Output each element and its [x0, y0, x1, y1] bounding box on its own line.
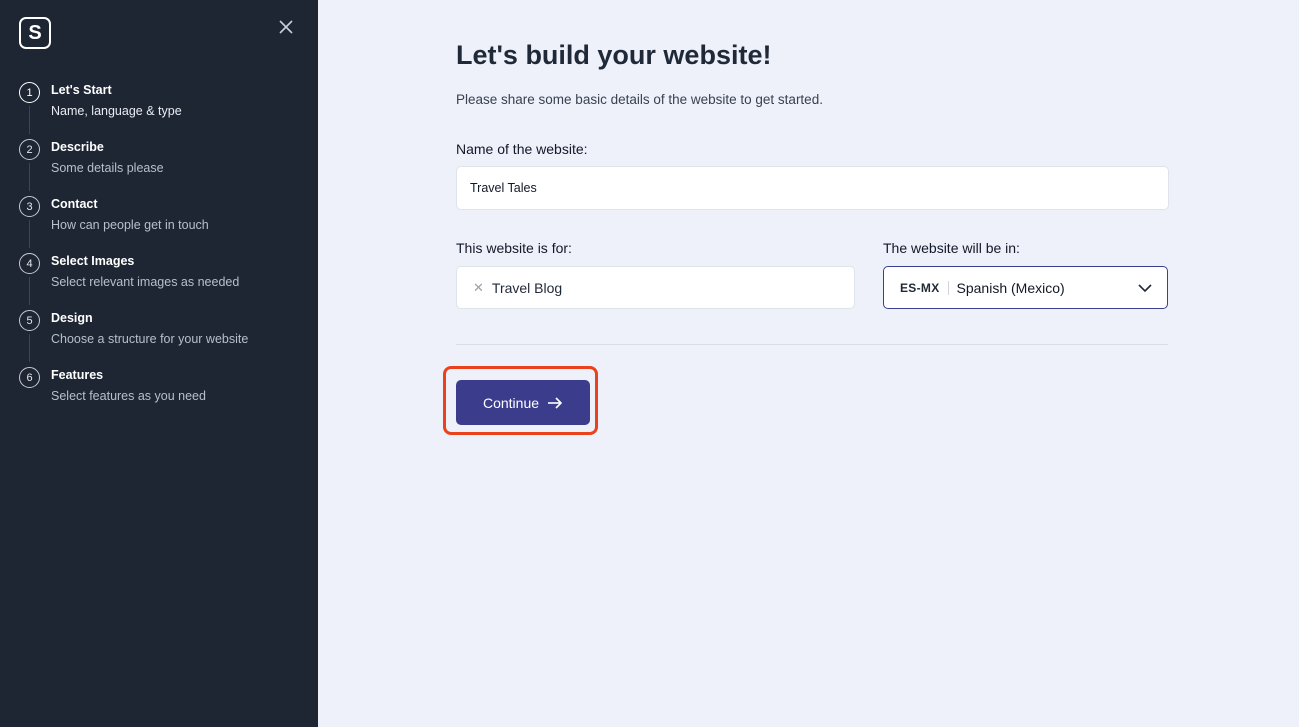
app-logo[interactable]: S [19, 17, 51, 49]
language-code: ES-MX [900, 280, 940, 295]
step-number: 4 [19, 253, 40, 274]
step-title: Let's Start [51, 83, 112, 97]
page-subtitle: Please share some basic details of the w… [456, 92, 823, 107]
step-connector [29, 277, 30, 305]
continue-label: Continue [482, 394, 540, 411]
page-title: Let's build your website! [456, 40, 772, 70]
step-desc: Select features as you need [51, 389, 206, 403]
step-number: 6 [19, 367, 40, 388]
step-title: Select Images [51, 254, 135, 268]
step-title: Describe [51, 140, 104, 154]
website-name-label: Name of the website: [456, 141, 588, 157]
step-title: Design [51, 311, 93, 325]
language-label: The website will be in: [883, 240, 1020, 256]
logo-letter: S [28, 22, 42, 44]
step-desc: Some details please [51, 161, 164, 175]
language-separator [947, 280, 949, 295]
step-desc: Name, language & type [51, 104, 182, 118]
step-connector [29, 220, 30, 248]
main-content: Let's build your website! Please share s… [318, 0, 1299, 727]
language-name: Spanish (Mexico) [956, 279, 1065, 296]
step-number: 3 [19, 196, 40, 217]
step-connector [29, 163, 30, 191]
website-type-label: This website is for: [456, 240, 572, 256]
step-desc: Select relevant images as needed [51, 275, 240, 289]
step-title: Features [51, 368, 104, 382]
website-type-tag: Travel Blog [491, 279, 563, 296]
sidebar: S 1 Let's Start Name, language & type 2 … [0, 0, 318, 727]
step-number: 5 [19, 310, 40, 331]
step-desc: How can people get in touch [51, 218, 209, 232]
step-number: 2 [19, 139, 40, 160]
website-type-input[interactable]: ✕ Travel Blog [456, 266, 855, 309]
website-name-input[interactable]: Travel Tales [456, 166, 1169, 210]
step-desc: Choose a structure for your website [51, 332, 249, 346]
close-icon[interactable] [276, 17, 296, 37]
remove-tag-icon[interactable]: ✕ [473, 280, 484, 296]
chevron-down-icon [1138, 284, 1152, 293]
step-number: 1 [19, 82, 40, 103]
continue-button[interactable]: Continue [456, 380, 590, 425]
divider [456, 344, 1168, 345]
step-connector [29, 334, 30, 362]
step-title: Contact [51, 197, 98, 211]
language-select[interactable]: ES-MX Spanish (Mexico) [883, 266, 1168, 309]
step-connector [29, 106, 30, 134]
arrow-right-icon [548, 396, 563, 409]
website-name-value: Travel Tales [470, 181, 537, 195]
